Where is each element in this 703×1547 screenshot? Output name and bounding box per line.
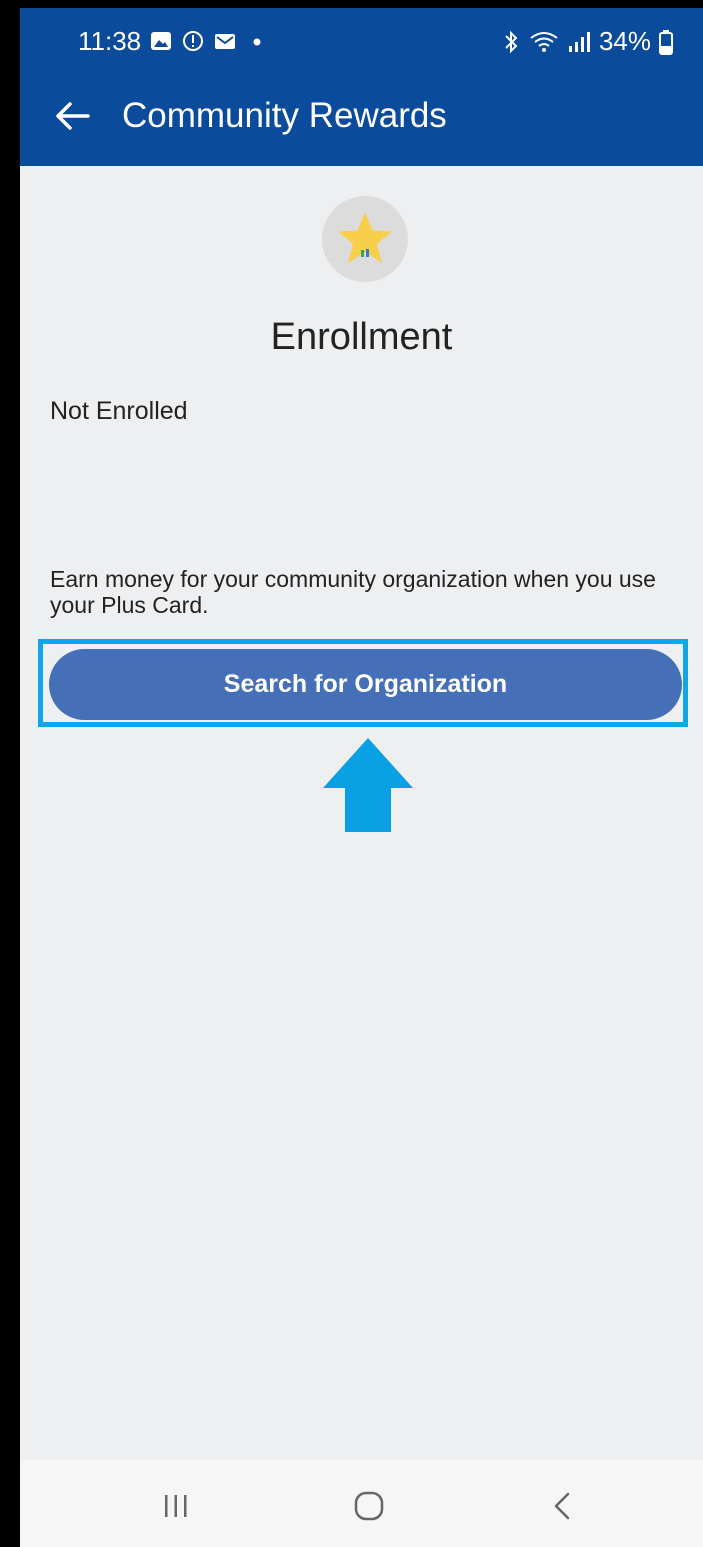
app-bar: 11:38 34% Community Rewards	[20, 8, 703, 166]
gallery-icon	[151, 32, 171, 50]
home-icon[interactable]	[349, 1486, 389, 1526]
description-text: Earn money for your community organizati…	[50, 566, 656, 618]
battery-icon	[659, 29, 673, 55]
back-arrow-icon[interactable]	[50, 94, 94, 138]
search-organization-button[interactable]: Search for Organization	[49, 649, 682, 720]
nav-back-icon[interactable]	[543, 1486, 583, 1526]
enrollment-status: Not Enrolled	[50, 397, 188, 425]
system-nav-bar	[20, 1460, 703, 1547]
status-time: 11:38	[78, 26, 142, 56]
dot-icon	[253, 38, 261, 46]
up-arrow-annotation-icon	[323, 738, 413, 832]
star-icon	[338, 212, 392, 263]
mail-icon	[215, 34, 235, 49]
status-bar: 11:38 34%	[20, 8, 703, 70]
battery-percentage: 34%	[598, 26, 651, 56]
device-frame-left	[0, 0, 20, 1547]
section-heading: Enrollment	[270, 316, 453, 358]
wifi-icon	[530, 31, 558, 52]
device-frame-top	[0, 0, 703, 8]
recents-icon[interactable]	[156, 1486, 196, 1526]
shield-alert-icon	[183, 31, 203, 51]
status-icons-left	[150, 28, 268, 54]
rewards-logo	[322, 196, 408, 282]
page-title: Community Rewards	[122, 96, 447, 135]
status-icons-right: 34%	[501, 26, 673, 57]
signal-icon	[568, 31, 590, 52]
screen: 11:38 34% Community Rewards Enrollment N…	[20, 8, 703, 1547]
title-bar: Community Rewards	[20, 70, 703, 166]
bluetooth-icon	[505, 30, 518, 53]
